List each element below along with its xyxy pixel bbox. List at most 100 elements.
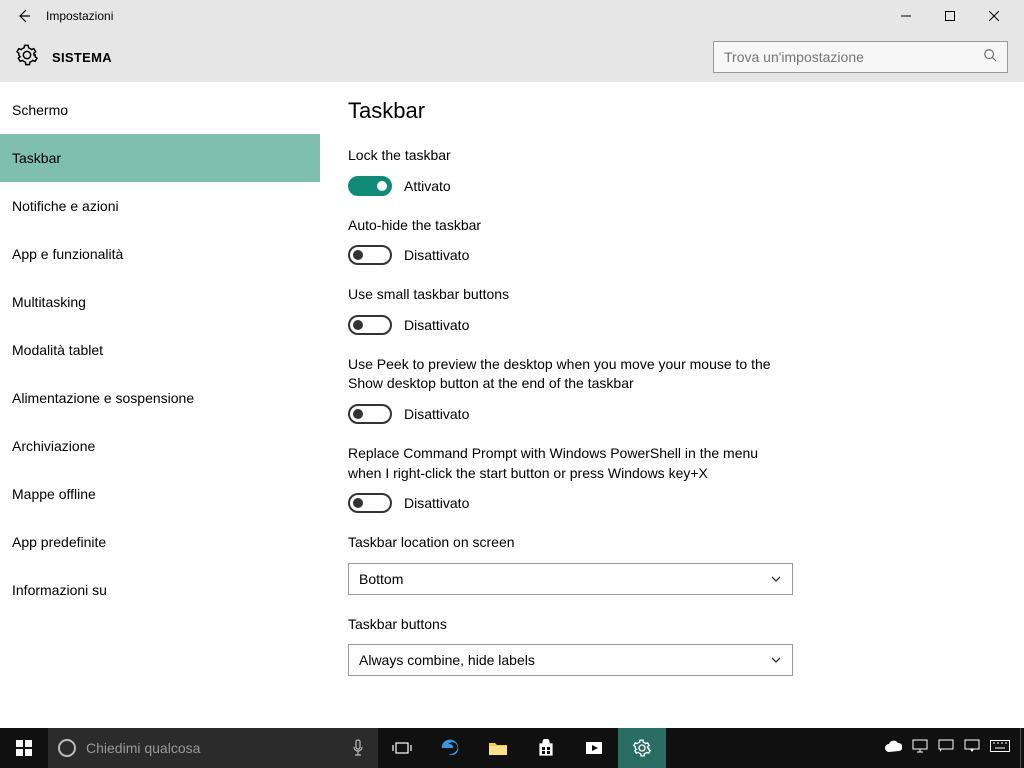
sidebar-item-informazioni[interactable]: Informazioni su bbox=[0, 566, 320, 614]
settings-window: Impostazioni SISTEMA Schermo Taskbar bbox=[0, 0, 1024, 728]
cortana-search[interactable]: Chiedimi qualcosa bbox=[48, 728, 338, 768]
toggle-state: Attivato bbox=[404, 178, 451, 194]
sidebar-item-app-funzionalita[interactable]: App e funzionalità bbox=[0, 230, 320, 278]
setting-label: Lock the taskbar bbox=[348, 146, 788, 166]
sidebar: Schermo Taskbar Notifiche e azioni App e… bbox=[0, 82, 320, 728]
start-button[interactable] bbox=[0, 728, 48, 768]
edge-button[interactable] bbox=[426, 728, 474, 768]
setting-small-buttons: Use small taskbar buttons Disattivato bbox=[348, 285, 996, 335]
toggle-peek[interactable] bbox=[348, 404, 392, 424]
chevron-down-icon bbox=[770, 654, 782, 666]
sidebar-item-schermo[interactable]: Schermo bbox=[0, 86, 320, 134]
windows-icon bbox=[16, 740, 32, 756]
sidebar-item-app-predefinite[interactable]: App predefinite bbox=[0, 518, 320, 566]
toggle-lock-taskbar[interactable] bbox=[348, 176, 392, 196]
setting-taskbar-buttons: Taskbar buttons Always combine, hide lab… bbox=[348, 615, 996, 677]
settings-app-button[interactable] bbox=[618, 728, 666, 768]
store-icon bbox=[537, 739, 555, 757]
minimize-button[interactable] bbox=[884, 0, 928, 32]
titlebar: Impostazioni bbox=[0, 0, 1024, 32]
sidebar-item-label: App predefinite bbox=[12, 534, 106, 550]
close-icon bbox=[989, 11, 999, 21]
show-desktop-button[interactable] bbox=[1020, 728, 1024, 768]
sidebar-item-label: Multitasking bbox=[12, 294, 86, 310]
cortana-placeholder: Chiedimi qualcosa bbox=[86, 740, 200, 756]
sidebar-item-multitasking[interactable]: Multitasking bbox=[0, 278, 320, 326]
maximize-icon bbox=[945, 11, 955, 21]
setting-powershell: Replace Command Prompt with Windows Powe… bbox=[348, 444, 996, 513]
sidebar-item-label: Mappe offline bbox=[12, 486, 96, 502]
movies-icon bbox=[585, 739, 603, 757]
setting-autohide: Auto-hide the taskbar Disattivato bbox=[348, 216, 996, 266]
dropdown-value: Bottom bbox=[359, 571, 403, 587]
toggle-state: Disattivato bbox=[404, 495, 469, 511]
setting-label: Use small taskbar buttons bbox=[348, 285, 788, 305]
store-button[interactable] bbox=[522, 728, 570, 768]
dropdown-taskbar-buttons[interactable]: Always combine, hide labels bbox=[348, 644, 793, 676]
sidebar-item-label: Modalità tablet bbox=[12, 342, 103, 358]
sidebar-item-label: Taskbar bbox=[12, 150, 61, 166]
close-button[interactable] bbox=[972, 0, 1016, 32]
maximize-button[interactable] bbox=[928, 0, 972, 32]
keyboard-icon[interactable] bbox=[990, 739, 1010, 757]
sidebar-item-alimentazione[interactable]: Alimentazione e sospensione bbox=[0, 374, 320, 422]
toggle-state: Disattivato bbox=[404, 406, 469, 422]
gear-icon bbox=[633, 739, 651, 757]
sidebar-item-mappe[interactable]: Mappe offline bbox=[0, 470, 320, 518]
back-button[interactable] bbox=[8, 0, 40, 32]
sidebar-item-label: App e funzionalità bbox=[12, 246, 123, 262]
page-title: Taskbar bbox=[348, 98, 996, 124]
setting-label: Taskbar buttons bbox=[348, 615, 788, 635]
chevron-down-icon bbox=[770, 573, 782, 585]
action-center-icon[interactable] bbox=[964, 739, 980, 758]
window-title: Impostazioni bbox=[46, 9, 113, 23]
toggle-state: Disattivato bbox=[404, 317, 469, 333]
mic-icon bbox=[351, 739, 365, 757]
toggle-small-buttons[interactable] bbox=[348, 315, 392, 335]
back-arrow-icon bbox=[16, 8, 32, 24]
minimize-icon bbox=[901, 11, 911, 21]
setting-label: Auto-hide the taskbar bbox=[348, 216, 788, 236]
cortana-icon bbox=[58, 739, 76, 757]
sidebar-item-label: Archiviazione bbox=[12, 438, 95, 454]
network-icon[interactable] bbox=[912, 739, 928, 758]
sidebar-item-notifiche[interactable]: Notifiche e azioni bbox=[0, 182, 320, 230]
setting-label: Taskbar location on screen bbox=[348, 533, 788, 553]
movies-button[interactable] bbox=[570, 728, 618, 768]
folder-icon bbox=[488, 740, 508, 756]
setting-location: Taskbar location on screen Bottom bbox=[348, 533, 996, 595]
setting-peek: Use Peek to preview the desktop when you… bbox=[348, 355, 996, 424]
setting-label: Use Peek to preview the desktop when you… bbox=[348, 355, 788, 394]
sidebar-item-label: Notifiche e azioni bbox=[12, 198, 119, 214]
speech-icon[interactable] bbox=[938, 739, 954, 758]
onedrive-icon[interactable] bbox=[884, 739, 902, 757]
setting-label: Replace Command Prompt with Windows Powe… bbox=[348, 444, 788, 483]
task-view-icon bbox=[392, 740, 412, 756]
dropdown-value: Always combine, hide labels bbox=[359, 652, 535, 668]
edge-icon bbox=[440, 738, 460, 758]
search-box[interactable] bbox=[713, 41, 1008, 73]
search-icon bbox=[983, 48, 997, 67]
section-title: SISTEMA bbox=[52, 50, 112, 65]
explorer-button[interactable] bbox=[474, 728, 522, 768]
sidebar-item-label: Alimentazione e sospensione bbox=[12, 390, 194, 406]
system-taskbar: Chiedimi qualcosa bbox=[0, 728, 1024, 768]
sidebar-item-taskbar[interactable]: Taskbar bbox=[0, 134, 320, 182]
mic-button[interactable] bbox=[338, 728, 378, 768]
task-view-button[interactable] bbox=[378, 728, 426, 768]
main-panel: Taskbar Lock the taskbar Attivato Auto-h… bbox=[320, 82, 1024, 728]
sidebar-item-label: Informazioni su bbox=[12, 582, 107, 598]
header-row: SISTEMA bbox=[0, 32, 1024, 82]
dropdown-taskbar-location[interactable]: Bottom bbox=[348, 563, 793, 595]
search-input[interactable] bbox=[724, 49, 983, 65]
system-tray bbox=[874, 739, 1020, 758]
sidebar-item-label: Schermo bbox=[12, 102, 68, 118]
toggle-state: Disattivato bbox=[404, 247, 469, 263]
sidebar-item-archiviazione[interactable]: Archiviazione bbox=[0, 422, 320, 470]
gear-icon bbox=[16, 44, 38, 71]
body: Schermo Taskbar Notifiche e azioni App e… bbox=[0, 82, 1024, 728]
toggle-powershell[interactable] bbox=[348, 493, 392, 513]
sidebar-item-tablet[interactable]: Modalità tablet bbox=[0, 326, 320, 374]
toggle-autohide[interactable] bbox=[348, 245, 392, 265]
setting-lock-taskbar: Lock the taskbar Attivato bbox=[348, 146, 996, 196]
